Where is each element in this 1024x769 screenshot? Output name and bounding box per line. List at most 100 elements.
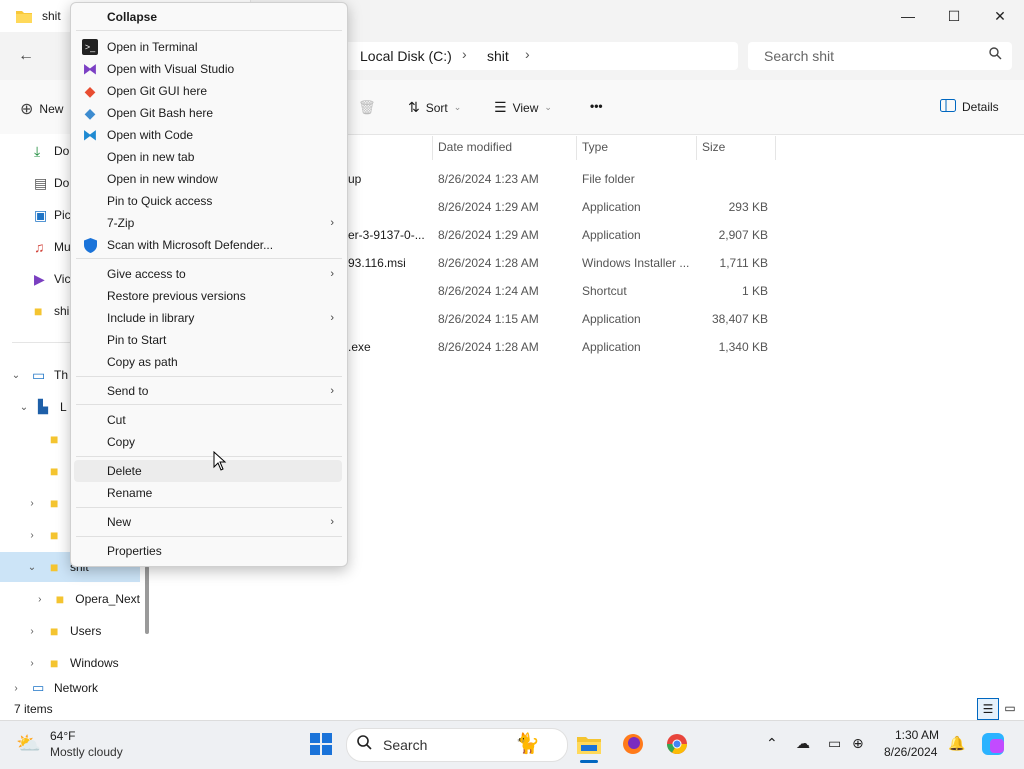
- folder-icon: ■: [55, 591, 65, 607]
- menu-item-new[interactable]: New ›: [74, 511, 342, 533]
- column-header-type[interactable]: Type: [582, 140, 608, 154]
- table-row[interactable]: up 8/26/2024 1:23 AM File folder: [340, 168, 780, 188]
- search-input[interactable]: Search shit: [764, 48, 834, 64]
- menu-item-label: Open Git GUI here: [107, 84, 208, 98]
- copilot-icon[interactable]: [980, 731, 1006, 757]
- chrome-icon[interactable]: [664, 731, 690, 757]
- menu-item-label: 7-Zip: [107, 216, 135, 230]
- menu-item-pin-to-quick-access[interactable]: Pin to Quick access: [74, 190, 342, 212]
- view-button[interactable]: ☰ View ⌄: [494, 99, 552, 116]
- back-button[interactable]: ←: [14, 44, 38, 68]
- tree-windows[interactable]: › ■ Windows: [0, 648, 140, 678]
- menu-item-open-in-new-tab[interactable]: Open in new tab: [74, 146, 342, 168]
- menu-item-copy-as-path[interactable]: Copy as path: [74, 351, 342, 373]
- menu-item-scan-with-defender[interactable]: Scan with Microsoft Defender...: [74, 234, 342, 256]
- menu-item-properties[interactable]: Properties: [74, 540, 342, 562]
- menu-item-cut[interactable]: Cut: [74, 409, 342, 431]
- menu-item-open-in-terminal[interactable]: >_ Open in Terminal: [74, 36, 342, 58]
- notification-bell-icon[interactable]: 🔔: [948, 735, 965, 752]
- file-type: Application: [582, 200, 641, 214]
- chevron-right-icon[interactable]: ›: [525, 46, 530, 62]
- column-divider[interactable]: [432, 136, 433, 160]
- menu-item-label: Open in new tab: [107, 150, 195, 164]
- menu-item-delete[interactable]: Delete: [74, 460, 342, 482]
- menu-item-open-git-gui[interactable]: ◆ Open Git GUI here: [74, 80, 342, 102]
- weather-icon[interactable]: ⛅: [16, 731, 41, 756]
- weather-desc[interactable]: Mostly cloudy: [50, 745, 123, 759]
- table-row[interactable]: er-3-9137-0-... 8/26/2024 1:29 AM Applic…: [340, 224, 780, 244]
- menu-item-open-with-code[interactable]: ⧓ Open with Code: [74, 124, 342, 146]
- close-button[interactable]: ✕: [977, 0, 1023, 32]
- tree-users[interactable]: › ■ Users: [0, 616, 140, 646]
- menu-item-send-to[interactable]: Send to ›: [74, 380, 342, 402]
- weather-temp[interactable]: 64°F: [50, 729, 75, 743]
- maximize-button[interactable]: ☐: [931, 0, 977, 32]
- cloud-offline-icon[interactable]: ☁: [796, 735, 810, 752]
- breadcrumb-shit[interactable]: shit: [487, 48, 509, 64]
- clock-time[interactable]: 1:30 AM: [895, 728, 939, 742]
- tiles-view-icon[interactable]: ▭: [1000, 698, 1020, 718]
- menu-item-label: Pin to Quick access: [107, 194, 213, 208]
- file-size: 1,340 KB: [718, 340, 768, 354]
- menu-item-give-access-to[interactable]: Give access to ›: [74, 263, 342, 285]
- chevron-right-icon[interactable]: ›: [32, 594, 48, 605]
- chevron-right-icon[interactable]: ›: [462, 46, 467, 62]
- details-view-icon[interactable]: ☰: [977, 698, 999, 720]
- chevron-down-icon[interactable]: ⌄: [24, 562, 40, 573]
- tree-opera-next[interactable]: › ■ Opera_Next: [0, 584, 140, 614]
- table-row[interactable]: 8/26/2024 1:29 AM Application 293 KB: [340, 196, 780, 216]
- trash-icon[interactable]: 🗑: [358, 99, 376, 116]
- file-explorer-icon[interactable]: [576, 731, 602, 757]
- nav-item-label: Do: [54, 144, 70, 158]
- new-button[interactable]: ⊕ New: [20, 99, 63, 119]
- tree-network[interactable]: › ▭ Network: [0, 680, 140, 696]
- table-row[interactable]: 8/26/2024 1:15 AM Application 38,407 KB: [340, 308, 780, 328]
- sort-label: Sort: [425, 100, 448, 115]
- tab-title: shit: [42, 9, 61, 23]
- breadcrumb-local-disk[interactable]: Local Disk (C:): [360, 48, 452, 64]
- chevron-right-icon[interactable]: ›: [24, 530, 40, 541]
- chevron-right-icon: ›: [330, 385, 334, 397]
- table-row[interactable]: 8/26/2024 1:24 AM Shortcut 1 KB: [340, 280, 780, 300]
- menu-item-include-in-library[interactable]: Include in library ›: [74, 307, 342, 329]
- chevron-down-icon[interactable]: ⌄: [8, 370, 24, 381]
- column-header-size[interactable]: Size: [702, 140, 725, 154]
- chevron-right-icon[interactable]: ›: [24, 626, 40, 637]
- chevron-right-icon[interactable]: ›: [8, 683, 24, 694]
- minimize-button[interactable]: —: [885, 0, 931, 32]
- chevron-down-icon[interactable]: ⌄: [16, 402, 32, 413]
- new-label: New: [39, 102, 64, 116]
- column-header-date[interactable]: Date modified: [438, 140, 512, 154]
- column-divider[interactable]: [696, 136, 697, 160]
- menu-item-pin-to-start[interactable]: Pin to Start: [74, 329, 342, 351]
- menu-item-7-zip[interactable]: 7-Zip ›: [74, 212, 342, 234]
- menu-item-label: Open with Visual Studio: [107, 62, 235, 76]
- clock-date[interactable]: 8/26/2024: [884, 745, 937, 759]
- chevron-up-icon[interactable]: ⌃: [766, 735, 778, 752]
- menu-item-open-in-new-window[interactable]: Open in new window: [74, 168, 342, 190]
- table-row[interactable]: .exe 8/26/2024 1:28 AM Application 1,340…: [340, 336, 780, 356]
- nav-scrollbar[interactable]: [145, 566, 149, 634]
- sort-button[interactable]: ⇅ Sort ⌄: [408, 99, 461, 116]
- menu-item-restore-previous-versions[interactable]: Restore previous versions: [74, 285, 342, 307]
- column-divider[interactable]: [775, 136, 776, 160]
- chevron-right-icon[interactable]: ›: [24, 658, 40, 669]
- search-box[interactable]: Search shit: [748, 42, 1012, 70]
- display-icon[interactable]: ▭: [828, 735, 841, 752]
- column-divider[interactable]: [576, 136, 577, 160]
- windows-start-icon[interactable]: [308, 731, 334, 757]
- network-status-icon[interactable]: ⊕: [852, 735, 864, 752]
- menu-item-collapse[interactable]: Collapse: [74, 6, 342, 28]
- chevron-right-icon[interactable]: ›: [24, 498, 40, 509]
- taskbar-search-label: Search: [383, 737, 428, 753]
- details-button[interactable]: Details: [940, 99, 999, 115]
- menu-item-rename[interactable]: Rename: [74, 482, 342, 504]
- menu-item-label: New: [107, 515, 132, 529]
- taskbar-search[interactable]: Search 🐈: [346, 728, 568, 762]
- table-row[interactable]: 93.116.msi 8/26/2024 1:28 AM Windows Ins…: [340, 252, 780, 272]
- more-options-button[interactable]: •••: [590, 99, 603, 113]
- firefox-icon[interactable]: [620, 731, 646, 757]
- menu-item-open-with-visual-studio[interactable]: ⧓ Open with Visual Studio: [74, 58, 342, 80]
- menu-item-open-git-bash[interactable]: ◆ Open Git Bash here: [74, 102, 342, 124]
- menu-item-copy[interactable]: Copy: [74, 431, 342, 453]
